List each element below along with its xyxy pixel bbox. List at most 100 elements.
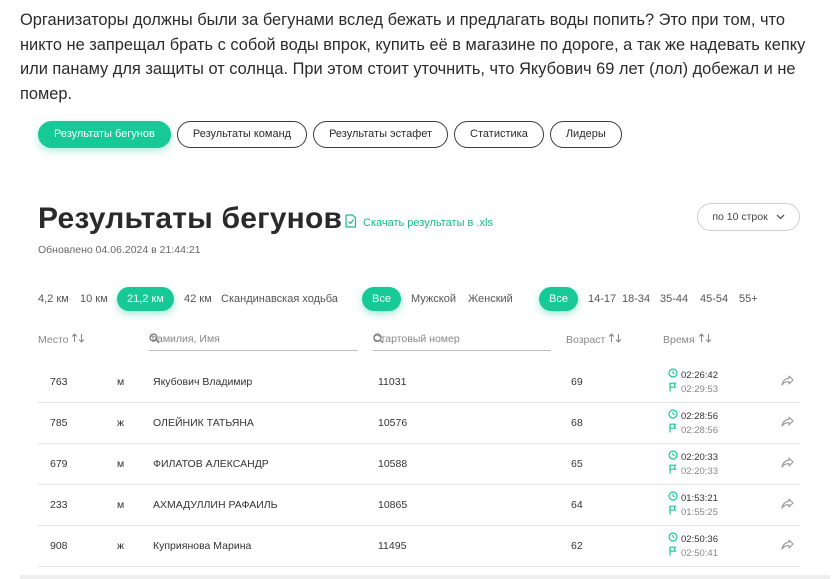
time-cell: 02:20:33 02:20:33 [668, 450, 718, 478]
search-icon [373, 333, 549, 347]
place-cell: 679 [50, 458, 68, 470]
gender-cell: ж [117, 417, 125, 429]
distance-10km[interactable]: 10 км [80, 287, 108, 311]
table-header: Место Фамилия, Имя Стартовый номер Возра… [0, 330, 837, 354]
stopwatch-icon [668, 368, 678, 382]
share-icon[interactable] [781, 498, 794, 512]
sort-place-button[interactable]: Место [38, 333, 85, 346]
age-cell: 68 [571, 417, 583, 429]
share-icon[interactable] [781, 416, 794, 430]
runner-name-cell: Якубович Владимир [153, 376, 253, 388]
place-cell: 908 [50, 540, 68, 552]
finish-flag-icon [668, 423, 678, 437]
rows-per-page-select[interactable]: по 10 строк [697, 203, 800, 231]
place-column-label: Место [38, 334, 69, 346]
share-icon[interactable] [781, 375, 794, 389]
chip-time: 02:50:36 [681, 533, 718, 545]
place-cell: 763 [50, 376, 68, 388]
age-45-54[interactable]: 45-54 [700, 287, 728, 311]
download-xls-link[interactable]: Скачать результаты в .xls [345, 214, 493, 231]
sort-icon [698, 333, 712, 346]
stopwatch-icon [668, 491, 678, 505]
page-title: Результаты бегунов [38, 202, 343, 235]
table-row[interactable]: 908 ж Куприянова Марина 11495 62 02:50:3… [38, 526, 800, 567]
table-row[interactable]: 763 м Якубович Владимир 11031 69 02:26:4… [38, 362, 800, 403]
bib-number-cell: 11031 [378, 376, 407, 388]
spreadsheet-icon [345, 214, 357, 231]
stopwatch-icon [668, 409, 678, 423]
age-cell: 64 [571, 499, 583, 511]
bib-number-cell: 10865 [378, 499, 408, 511]
tab-runner-results[interactable]: Результаты бегунов [38, 121, 171, 148]
distance-nordic-walking[interactable]: Скандинавская ходьба [221, 287, 338, 311]
finish-time: 02:29:53 [681, 383, 718, 395]
sort-icon [71, 333, 85, 346]
finish-time: 02:28:56 [681, 424, 718, 436]
place-cell: 785 [50, 417, 68, 429]
distance-4km[interactable]: 4,2 км [38, 287, 69, 311]
rows-per-page-value: по 10 строк [712, 211, 768, 223]
distance-42km[interactable]: 42 км [184, 287, 212, 311]
runner-name-cell: ОЛЕЙНИК ТАТЬЯНА [153, 417, 254, 429]
chip-time: 01:53:21 [681, 492, 718, 504]
table-row[interactable]: 785 ж ОЛЕЙНИК ТАТЬЯНА 10576 68 02:28:56 … [38, 403, 800, 444]
chip-time: 02:26:42 [681, 369, 718, 381]
age-all[interactable]: Все [539, 287, 578, 311]
finish-flag-icon [668, 464, 678, 478]
stopwatch-icon [668, 450, 678, 464]
time-cell: 02:28:56 02:28:56 [668, 409, 718, 437]
place-cell: 233 [50, 499, 68, 511]
age-cell: 69 [571, 376, 583, 388]
runner-name-cell: ФИЛАТОВ АЛЕКСАНДР [153, 458, 269, 470]
finish-time: 02:50:41 [681, 547, 718, 559]
age-55-plus[interactable]: 55+ [739, 287, 758, 311]
age-18-34[interactable]: 18-34 [622, 287, 650, 311]
gender-cell: м [117, 458, 125, 470]
time-column-label: Время [663, 334, 695, 346]
results-tabs: Результаты бегунов Результаты команд Рез… [38, 121, 622, 148]
tab-statistics[interactable]: Статистика [454, 121, 544, 148]
finish-flag-icon [668, 546, 678, 560]
gender-all[interactable]: Все [362, 287, 401, 311]
time-cell: 02:50:36 02:50:41 [668, 532, 718, 560]
table-row[interactable]: 233 м АХМАДУЛЛИН РАФАИЛЬ 10865 64 01:53:… [38, 485, 800, 526]
tab-team-results[interactable]: Результаты команд [176, 121, 308, 148]
search-icon [149, 333, 356, 347]
sort-time-button[interactable]: Время [663, 333, 712, 346]
bib-number-search-input[interactable]: Стартовый номер [373, 330, 551, 351]
runner-name-cell: Куприянова Марина [153, 540, 252, 552]
results-table-body: 763 м Якубович Владимир 11031 69 02:26:4… [38, 362, 800, 567]
horizontal-scrollbar[interactable] [20, 575, 830, 579]
chevron-down-icon [776, 211, 785, 223]
gender-female[interactable]: Женский [468, 287, 513, 311]
updated-timestamp: Обновлено 04.06.2024 в 21:44:21 [38, 244, 201, 256]
age-35-44[interactable]: 35-44 [660, 287, 688, 311]
table-row[interactable]: 679 м ФИЛАТОВ АЛЕКСАНДР 10588 65 02:20:3… [38, 444, 800, 485]
name-search-input[interactable]: Фамилия, Имя [149, 330, 358, 351]
chip-time: 02:20:33 [681, 451, 718, 463]
bib-number-cell: 11495 [378, 540, 407, 552]
sort-icon [608, 333, 622, 346]
finish-flag-icon [668, 505, 678, 519]
tab-leaders[interactable]: Лидеры [549, 121, 622, 148]
stopwatch-icon [668, 532, 678, 546]
age-cell: 62 [571, 540, 583, 552]
gender-cell: ж [117, 540, 125, 552]
chip-time: 02:28:56 [681, 410, 718, 422]
age-cell: 65 [571, 458, 583, 470]
tab-relay-results[interactable]: Результаты эстафет [313, 121, 449, 148]
time-cell: 02:26:42 02:29:53 [668, 368, 718, 396]
share-icon[interactable] [781, 539, 794, 553]
age-column-label: Возраст [566, 334, 606, 346]
bib-number-cell: 10588 [378, 458, 408, 470]
share-icon[interactable] [781, 457, 794, 471]
sort-age-button[interactable]: Возраст [566, 333, 622, 346]
distance-21km[interactable]: 21,2 км [117, 287, 174, 311]
gender-cell: м [117, 376, 125, 388]
finish-time: 01:55:25 [681, 506, 718, 518]
download-label: Скачать результаты в .xls [363, 216, 493, 229]
age-14-17[interactable]: 14-17 [588, 287, 616, 311]
gender-cell: м [117, 499, 125, 511]
filter-bar: 4,2 км 10 км 21,2 км 42 км Скандинавская… [0, 287, 837, 313]
gender-male[interactable]: Мужской [411, 287, 456, 311]
